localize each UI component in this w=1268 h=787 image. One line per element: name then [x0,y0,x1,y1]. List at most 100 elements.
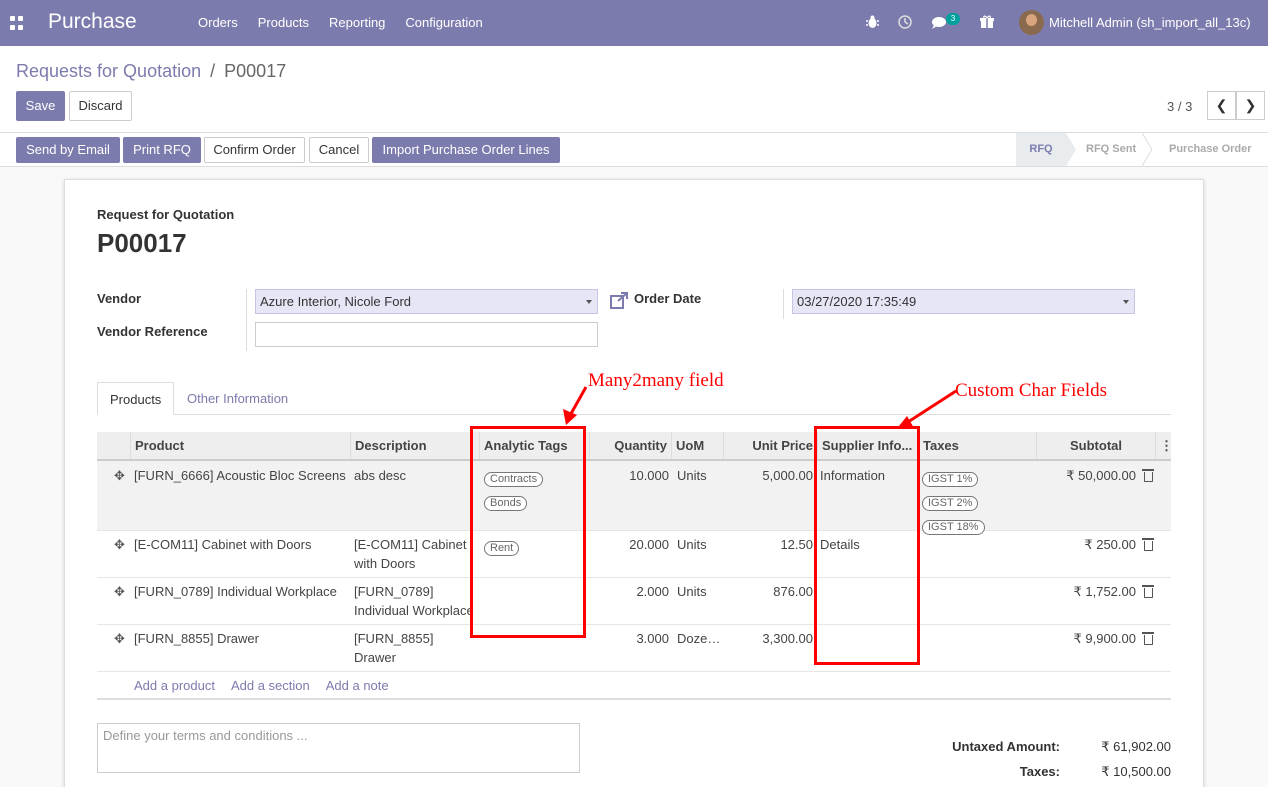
print-rfq-button[interactable]: Print RFQ [123,137,201,163]
tab-other-information[interactable]: Other Information [175,382,300,415]
clock-icon[interactable] [898,15,912,29]
order-date-label: Order Date [634,291,702,306]
table-row[interactable]: ✥ [FURN_6666] Acoustic Bloc Screens abs … [97,461,1171,535]
row-uom: Doze… [677,631,721,646]
status-bar: Send by Email Print RFQ Confirm Order Ca… [0,133,1268,167]
trash-icon[interactable] [1142,538,1154,551]
confirm-order-button[interactable]: Confirm Order [204,137,305,163]
vendor-value: Azure Interior, Nicole Ford [260,294,412,309]
vendor-label: Vendor [97,291,142,306]
add-product-link[interactable]: Add a product [134,678,215,693]
taxes-label: Taxes: [1019,764,1060,779]
untaxed-amount-value: ₹ 61,902.00 [1101,739,1171,754]
apps-menu-icon[interactable] [10,16,24,30]
row-description: [FURN_8855] Drawer [354,631,434,665]
drag-handle-icon[interactable]: ✥ [114,631,125,647]
drag-handle-icon[interactable]: ✥ [114,468,125,484]
table-row[interactable]: ✥ [E-COM11] Cabinet with Doors [E-COM11]… [97,531,1171,578]
vendor-field[interactable]: Azure Interior, Nicole Ford [255,289,598,314]
annotation-many2many: Many2many field [588,370,724,391]
table-row[interactable]: ✥ [FURN_0789] Individual Workplace [FURN… [97,578,1171,625]
vendor-reference-input[interactable] [255,322,598,347]
row-subtotal: ₹ 250.00 [1084,537,1136,552]
row-quantity: 3.000 [636,631,669,646]
field-divider [246,289,247,351]
menu-products[interactable]: Products [248,15,319,30]
table-row[interactable]: ✥ [FURN_8855] Drawer [FURN_8855] Drawer … [97,625,1171,672]
row-product: [FURN_8855] Drawer [134,631,259,646]
cancel-button[interactable]: Cancel [309,137,369,163]
terms-conditions-textarea[interactable]: Define your terms and conditions ... [97,723,580,773]
row-unit-price: 3,300.00 [762,631,813,646]
row-uom: Units [677,537,707,552]
app-brand[interactable]: Purchase [48,10,137,34]
field-divider [783,289,784,319]
untaxed-amount-label: Untaxed Amount: [952,739,1060,754]
user-avatar[interactable] [1019,10,1044,35]
column-uom[interactable]: UoM [671,432,723,459]
chevron-left-icon: ❮ [1215,97,1228,113]
user-menu[interactable]: Mitchell Admin (sh_import_all_13c) [1049,15,1251,30]
breadcrumb-parent[interactable]: Requests for Quotation [16,61,201,81]
annotation-arrow-icon [899,389,957,428]
column-subtotal[interactable]: Subtotal [1036,432,1126,459]
order-date-value: 03/27/2020 17:35:49 [797,294,917,309]
column-quantity[interactable]: Quantity [589,432,671,459]
drag-handle-icon[interactable]: ✥ [114,537,125,553]
row-quantity: 10.000 [629,468,669,483]
save-button[interactable]: Save [16,91,65,121]
column-options-icon[interactable]: ⋮ [1155,432,1173,459]
chat-icon[interactable] [931,16,947,29]
order-date-field[interactable]: 03/27/2020 17:35:49 [792,289,1135,314]
row-taxes: IGST 1% IGST 2% IGST 18% [922,468,985,540]
send-by-email-button[interactable]: Send by Email [16,137,120,163]
top-navbar: Purchase Orders Products Reporting Confi… [0,0,1268,46]
drag-handle-icon[interactable]: ✥ [114,584,125,600]
row-subtotal: ₹ 1,752.00 [1073,584,1137,599]
document-type-label: Request for Quotation [97,207,235,222]
annotation-box-supplier-info [814,426,920,665]
gift-icon[interactable] [980,15,994,29]
stage-purchase-order: Purchase Order [1169,143,1252,155]
import-purchase-order-lines-button[interactable]: Import Purchase Order Lines [372,137,560,163]
annotation-arrow-icon [563,386,588,425]
stage-arrow-icon [1142,133,1152,166]
row-product: [FURN_6666] Acoustic Bloc Screens [134,468,346,483]
annotation-custom-char-fields: Custom Char Fields [955,380,1108,401]
row-product: [E-COM11] Cabinet with Doors [134,537,312,552]
chevron-right-icon: ❯ [1244,97,1257,113]
column-taxes[interactable]: Taxes [918,432,1036,459]
caret-down-icon [586,300,592,304]
column-product[interactable]: Product [130,432,350,459]
breadcrumb-current: P00017 [224,61,287,81]
column-description[interactable]: Description [350,432,474,459]
caret-down-icon [1123,300,1129,304]
tab-products[interactable]: Products [97,382,175,415]
trash-icon[interactable] [1142,469,1154,482]
external-link-icon[interactable] [610,292,629,309]
tax-badge: IGST 1% [922,472,979,487]
menu-reporting[interactable]: Reporting [319,15,395,30]
form-sheet: Request for Quotation P00017 Vendor Vend… [64,179,1204,787]
trash-icon[interactable] [1142,632,1154,645]
column-unit-price[interactable]: Unit Price [723,432,817,459]
trash-icon[interactable] [1142,585,1154,598]
order-lines-header: Product Description Analytic Tags Quanti… [97,432,1173,461]
vendor-reference-label: Vendor Reference [97,324,208,339]
pager-previous-button[interactable]: ❮ [1207,91,1236,120]
taxes-value: ₹ 10,500.00 [1101,764,1171,779]
row-uom: Units [677,584,707,599]
pager-value: 3 / 3 [1167,99,1193,114]
menu-orders[interactable]: Orders [188,15,248,30]
row-subtotal: ₹ 50,000.00 [1066,468,1136,483]
menu-configuration[interactable]: Configuration [395,15,492,30]
pager-next-button[interactable]: ❯ [1236,91,1265,120]
discard-button[interactable]: Discard [69,91,132,121]
add-note-link[interactable]: Add a note [326,678,389,693]
add-section-link[interactable]: Add a section [231,678,310,693]
bug-icon[interactable] [866,15,879,29]
stage-rfq-sent: RFQ Sent [1086,143,1137,155]
document-name: P00017 [97,228,187,258]
row-unit-price: 5,000.00 [762,468,813,483]
row-description: [FURN_0789] Individual Workplace [354,584,474,618]
